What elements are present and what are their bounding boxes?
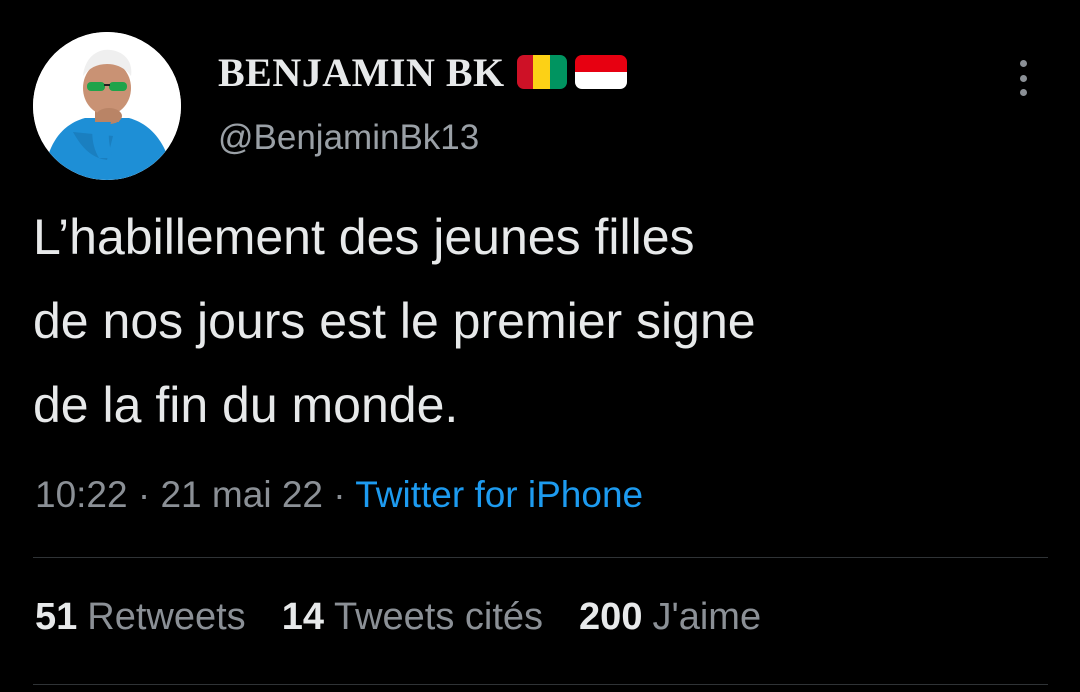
guinea-flag-icon: [516, 55, 567, 89]
likes-count: 200: [579, 596, 643, 638]
user-handle[interactable]: @BenjaminBk13: [218, 118, 479, 158]
tweet-meta: 10:22 · 21 mai 22 · Twitter for iPhone: [35, 474, 643, 516]
more-dot: [1019, 74, 1027, 82]
tweet-time[interactable]: 10:22: [35, 474, 128, 515]
more-dot: [1019, 89, 1027, 96]
tweet-text-line: L’habillement des jeunes filles: [33, 209, 695, 265]
tweet-source-link[interactable]: Twitter for iPhone: [355, 474, 643, 515]
more-options-icon[interactable]: [1008, 56, 1038, 100]
retweets-stat[interactable]: 51 Retweets: [35, 596, 246, 639]
divider: [33, 684, 1048, 685]
quotes-stat[interactable]: 14 Tweets cités: [282, 596, 543, 639]
quotes-label: Tweets cités: [333, 596, 544, 638]
display-name[interactable]: BENJAMIN BK: [218, 49, 505, 96]
avatar[interactable]: [33, 32, 181, 180]
tweet-date[interactable]: 21 mai 22: [160, 474, 323, 515]
likes-stat[interactable]: 200 J'aime: [579, 596, 761, 639]
quotes-count: 14: [281, 596, 324, 638]
likes-label: J'aime: [652, 596, 762, 638]
divider: [33, 557, 1048, 558]
avatar-image: [33, 32, 181, 180]
indonesia-flag-icon: [574, 55, 627, 89]
retweets-count: 51: [35, 596, 78, 638]
meta-separator: ·: [322, 474, 356, 515]
tweet-stats: 51 Retweets 14 Tweets cités 200 J'aime: [35, 596, 797, 639]
tweet-text-line: de nos jours est le premier signe: [33, 293, 756, 349]
tweet-text: L’habillement des jeunes filles de nos j…: [33, 195, 1053, 447]
meta-separator: ·: [127, 474, 161, 515]
tweet-card: BENJAMIN BK @BenjaminBk13 L’habillement …: [0, 0, 1080, 692]
tweet-text-line: de la fin du monde.: [33, 377, 459, 433]
display-name-row[interactable]: BENJAMIN BK: [218, 49, 627, 96]
retweets-label: Retweets: [87, 596, 246, 638]
more-dot: [1019, 60, 1027, 67]
